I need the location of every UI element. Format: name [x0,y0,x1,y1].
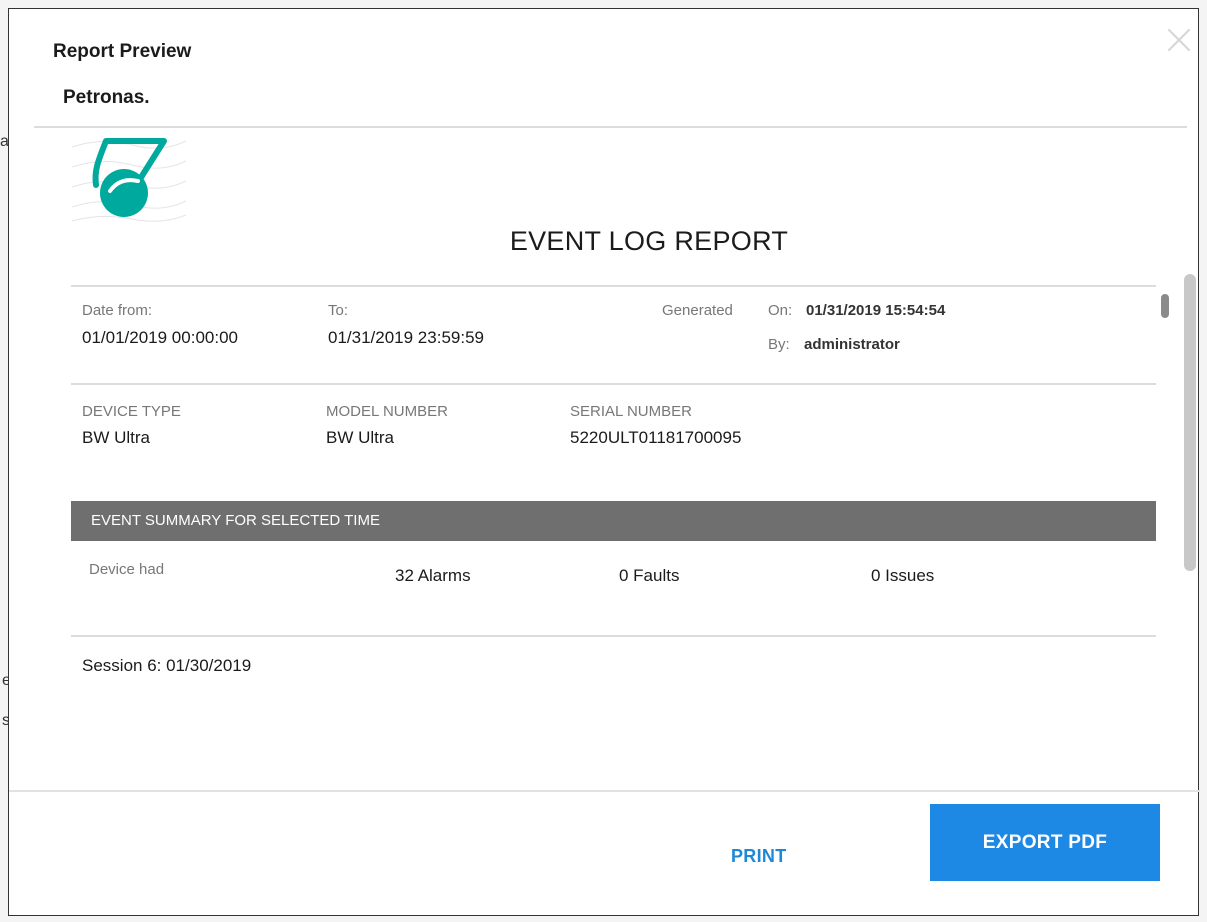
divider [71,383,1156,385]
generated-by-value: administrator [804,336,900,353]
generated-label: Generated [662,302,733,319]
model-number-label: MODEL NUMBER [326,403,448,420]
serial-number-value: 5220ULT01181700095 [570,428,742,447]
to-label: To: [328,302,349,319]
issues-count: 0 Issues [871,566,935,585]
to-value: 01/31/2019 23:59:59 [328,328,484,347]
date-from-label: Date from: [82,302,153,319]
generated-by-label: By: [768,336,790,353]
device-had-label: Device had [89,561,165,578]
device-type-label: DEVICE TYPE [82,403,181,420]
petronas-logo [72,138,186,222]
session-heading: Session 6: 01/30/2019 [82,656,252,675]
model-number-value: BW Ultra [326,428,394,447]
generated-on-value: 01/31/2019 15:54:54 [806,302,946,319]
close-icon[interactable] [1166,27,1192,53]
date-from-value: 01/01/2019 00:00:00 [82,328,238,347]
print-button[interactable]: PRINT [731,846,787,867]
alarms-count: 32 Alarms [395,566,471,585]
report-body[interactable]: EVENT LOG REPORT Date from: 01/01/2019 0… [9,128,1200,790]
generated-on-label: On: [768,302,793,319]
export-pdf-button[interactable]: EXPORT PDF [930,804,1160,881]
report-preview-modal: Report Preview Petronas. EVENT LOG REPOR… [8,8,1200,916]
divider [71,635,1156,637]
serial-number-label: SERIAL NUMBER [570,403,692,420]
inner-scroll-thumb[interactable] [1161,294,1169,318]
footer-divider [9,790,1200,792]
organization-name: Petronas. [63,87,150,108]
faults-count: 0 Faults [619,566,680,585]
outer-scrollbar[interactable] [1184,274,1196,571]
event-summary-header: EVENT SUMMARY FOR SELECTED TIME [71,501,1156,541]
divider [71,285,1156,287]
report-title: EVENT LOG REPORT [509,226,789,256]
device-type-value: BW Ultra [82,428,150,447]
modal-title: Report Preview [53,41,192,62]
